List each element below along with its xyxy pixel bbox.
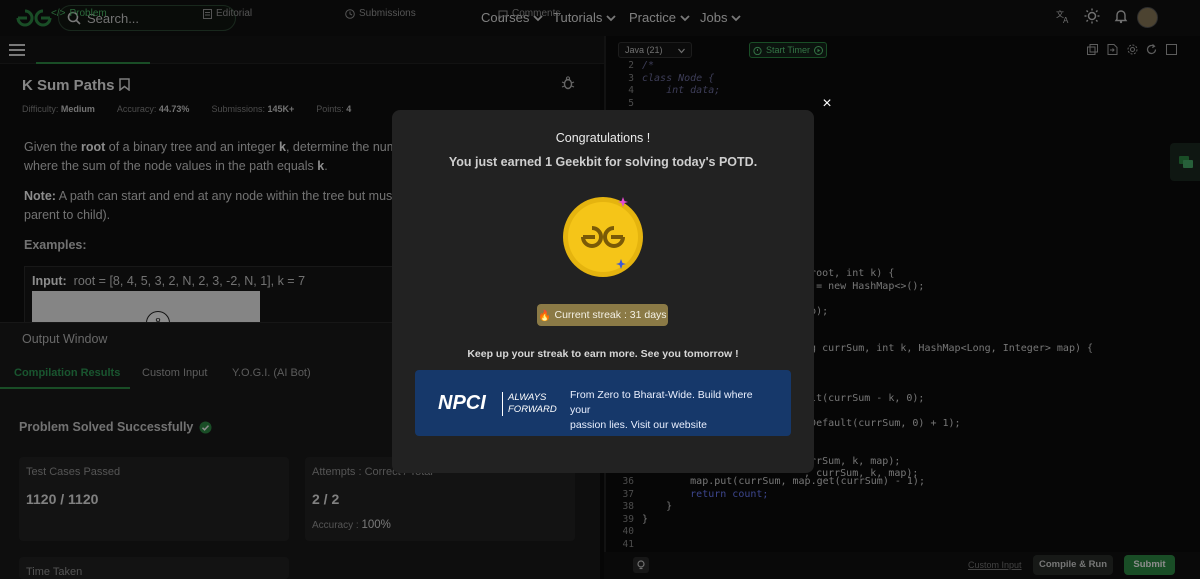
banner-line-2: passion lies. Visit our website bbox=[570, 419, 707, 431]
close-icon[interactable]: × bbox=[818, 95, 836, 113]
modal-title: Congratulations ! bbox=[555, 131, 651, 145]
npci-tagline-1: ALWAYS bbox=[508, 392, 547, 403]
app-root: Search... Courses Tutorials Practice Job… bbox=[0, 0, 1200, 579]
banner-line-1: From Zero to Bharat-Wide. Build where yo… bbox=[570, 389, 753, 416]
npci-divider bbox=[502, 392, 503, 416]
npci-brand: NPCI bbox=[438, 392, 486, 414]
npci-logo: NPCI ALWAYS FORWARD bbox=[438, 390, 558, 418]
banner-text: From Zero to Bharat-Wide. Build where yo… bbox=[570, 388, 770, 433]
keep-up-message: Keep up your streak to earn more. See yo… bbox=[467, 348, 739, 360]
streak-text: Current streak : 31 days bbox=[554, 309, 667, 321]
npci-tagline-2: FORWARD bbox=[508, 404, 557, 415]
geekbit-coin-icon bbox=[563, 197, 643, 277]
streak-badge: 🔥 Current streak : 31 days bbox=[537, 304, 668, 326]
fire-icon: 🔥 bbox=[538, 309, 552, 322]
modal-subtitle: You just earned 1 Geekbit for solving to… bbox=[448, 155, 758, 169]
